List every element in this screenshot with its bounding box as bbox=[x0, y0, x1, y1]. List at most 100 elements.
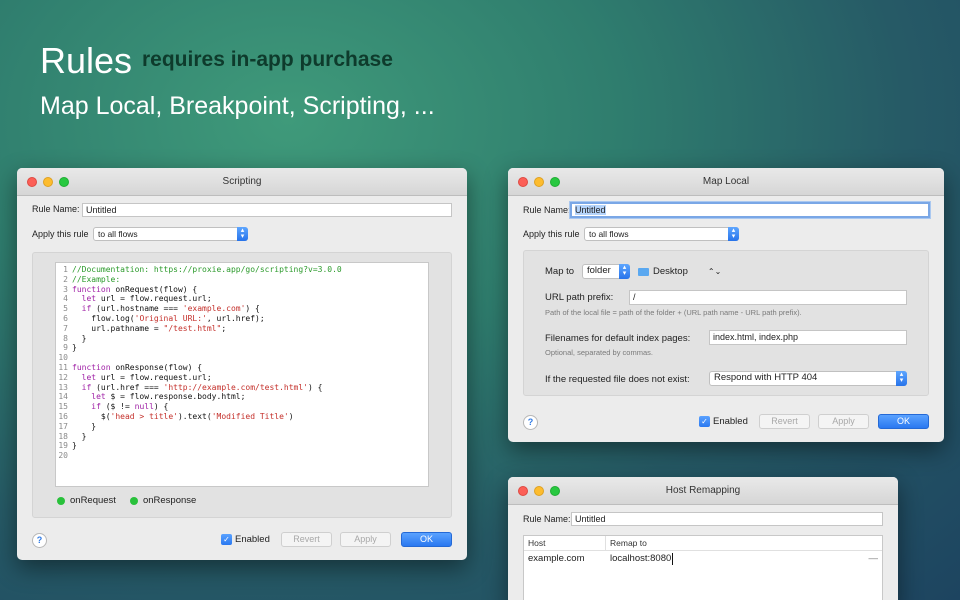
apply-rule-select[interactable]: to all flows ▴ ▾ bbox=[584, 227, 739, 241]
code-line[interactable]: 12 let url = flow.request.url; bbox=[56, 373, 428, 383]
rule-name-field[interactable]: Untitled bbox=[571, 512, 883, 526]
host-cell[interactable]: example.com bbox=[524, 551, 606, 567]
line-number: 8 bbox=[63, 333, 68, 343]
code-line[interactable]: 4 let url = flow.request.url; bbox=[56, 294, 428, 304]
rule-name-field[interactable]: Untitled bbox=[570, 202, 930, 218]
close-button[interactable] bbox=[518, 486, 528, 496]
line-number: 11 bbox=[58, 362, 68, 372]
window-title: Map Local bbox=[702, 176, 750, 187]
revert-button[interactable]: Revert bbox=[281, 532, 332, 547]
folder-picker[interactable]: Desktop ⌃⌄ bbox=[638, 266, 721, 277]
folder-name: Desktop bbox=[653, 266, 688, 277]
minimize-button[interactable] bbox=[43, 177, 53, 187]
column-header-remap-to[interactable]: Remap to bbox=[606, 536, 647, 550]
remap-cell[interactable]: localhost:8080 bbox=[606, 553, 674, 565]
code-text: $('head > title').text('Modified Title') bbox=[72, 411, 294, 421]
missing-file-value: Respond with HTTP 404 bbox=[714, 372, 818, 383]
line-number: 3 bbox=[63, 284, 68, 294]
enabled-checkbox[interactable]: ✓ Enabled bbox=[699, 416, 748, 427]
code-line[interactable]: 11 function onResponse(flow) { bbox=[56, 363, 428, 373]
apply-rule-value: to all flows bbox=[589, 229, 629, 239]
code-text: if (url.href === 'http://example.com/tes… bbox=[72, 382, 323, 392]
on-request-label: onRequest bbox=[70, 495, 116, 506]
index-pages-hint: Optional, separated by commas. bbox=[545, 348, 653, 357]
hero-subtitle: Map Local, Breakpoint, Scripting, ... bbox=[40, 92, 435, 120]
help-button[interactable]: ? bbox=[32, 533, 47, 548]
window-controls bbox=[518, 486, 560, 496]
ok-button[interactable]: OK bbox=[878, 414, 929, 429]
code-text: flow.log('Original URL:', url.href); bbox=[72, 313, 265, 323]
url-prefix-hint: Path of the local file = path of the fol… bbox=[545, 308, 802, 317]
code-line[interactable]: 19} bbox=[56, 441, 428, 451]
close-button[interactable] bbox=[518, 177, 528, 187]
map-to-value: folder bbox=[587, 265, 611, 276]
select-stepper-icon: ▴ ▾ bbox=[896, 371, 907, 386]
code-editor[interactable]: 1 //Documentation: https://proxie.app/go/… bbox=[55, 262, 429, 487]
code-line[interactable]: 16 $('head > title').text('Modified Titl… bbox=[56, 412, 428, 422]
index-pages-label: Filenames for default index pages: bbox=[545, 333, 691, 344]
code-line[interactable]: 14 let $ = flow.response.body.html; bbox=[56, 392, 428, 402]
line-number: 20 bbox=[58, 451, 68, 461]
remove-row-button[interactable]: — bbox=[869, 551, 879, 567]
code-text: let url = flow.request.url; bbox=[72, 294, 212, 304]
rule-name-value: Untitled bbox=[575, 205, 606, 215]
line-number: 12 bbox=[58, 372, 68, 382]
enabled-checkbox[interactable]: ✓ Enabled bbox=[221, 534, 270, 545]
code-line[interactable]: 6 flow.log('Original URL:', url.href); bbox=[56, 314, 428, 324]
chevron-updown-icon: ⌃⌄ bbox=[707, 267, 722, 276]
code-text: //Example: bbox=[72, 274, 121, 284]
index-pages-field[interactable]: index.html, index.php bbox=[709, 330, 907, 345]
code-text: } bbox=[72, 343, 77, 353]
code-line[interactable]: 15 if ($ != null) { bbox=[56, 402, 428, 412]
code-text: if (url.hostname === 'example.com') { bbox=[72, 304, 260, 314]
minimize-button[interactable] bbox=[534, 177, 544, 187]
line-number: 18 bbox=[58, 431, 68, 441]
rule-name-field[interactable]: Untitled bbox=[82, 203, 452, 217]
enabled-label: Enabled bbox=[713, 416, 748, 427]
close-button[interactable] bbox=[27, 177, 37, 187]
ok-button[interactable]: OK bbox=[401, 532, 452, 547]
host-remapping-window: Host Remapping Rule Name: Untitled Host … bbox=[508, 477, 898, 600]
apply-button[interactable]: Apply bbox=[818, 414, 869, 429]
code-text: function onRequest(flow) { bbox=[72, 284, 198, 294]
table-row[interactable]: example.com localhost:8080 — bbox=[524, 551, 882, 567]
checkmark-icon: ✓ bbox=[221, 534, 232, 545]
enabled-label: Enabled bbox=[235, 534, 270, 545]
code-line[interactable]: 7 url.pathname = "/test.html"; bbox=[56, 324, 428, 334]
code-line[interactable]: 17 } bbox=[56, 422, 428, 432]
code-line[interactable]: 9} bbox=[56, 343, 428, 353]
missing-file-select[interactable]: Respond with HTTP 404 ▴ ▾ bbox=[709, 371, 907, 386]
url-prefix-field[interactable]: / bbox=[629, 290, 907, 305]
on-response-status-icon bbox=[129, 496, 138, 505]
column-header-host[interactable]: Host bbox=[524, 536, 606, 550]
select-stepper-icon: ▴ ▾ bbox=[237, 227, 248, 241]
code-line[interactable]: 2 //Example: bbox=[56, 275, 428, 285]
code-line[interactable]: 10 bbox=[56, 353, 428, 363]
code-line[interactable]: 1 //Documentation: https://proxie.app/go/… bbox=[56, 265, 428, 275]
zoom-button[interactable] bbox=[59, 177, 69, 187]
code-line[interactable]: 20 bbox=[56, 451, 428, 461]
apply-rule-label: Apply this rule bbox=[32, 229, 89, 239]
missing-file-label: If the requested file does not exist: bbox=[545, 374, 690, 385]
code-line[interactable]: 13 if (url.href === 'http://example.com/… bbox=[56, 383, 428, 393]
zoom-button[interactable] bbox=[550, 177, 560, 187]
apply-button[interactable]: Apply bbox=[340, 532, 391, 547]
apply-rule-select[interactable]: to all flows ▴ ▾ bbox=[93, 227, 248, 241]
rule-name-label: Rule Name: bbox=[523, 205, 571, 215]
window-title: Host Remapping bbox=[665, 485, 741, 496]
code-line[interactable]: 3 function onRequest(flow) { bbox=[56, 285, 428, 295]
zoom-button[interactable] bbox=[550, 486, 560, 496]
line-number: 4 bbox=[63, 294, 68, 304]
code-line[interactable]: 8 } bbox=[56, 334, 428, 344]
code-text: //Documentation: https://proxie.app/go/s… bbox=[72, 265, 342, 274]
code-text: } bbox=[72, 441, 77, 451]
code-line[interactable]: 18 } bbox=[56, 432, 428, 442]
revert-button[interactable]: Revert bbox=[759, 414, 810, 429]
rule-name-label: Rule Name: bbox=[32, 204, 80, 214]
line-number: 17 bbox=[58, 421, 68, 431]
help-button[interactable]: ? bbox=[523, 415, 538, 430]
code-text: let $ = flow.response.body.html; bbox=[72, 392, 246, 402]
minimize-button[interactable] bbox=[534, 486, 544, 496]
map-to-select[interactable]: folder ▴ ▾ bbox=[582, 264, 630, 279]
code-line[interactable]: 5 if (url.hostname === 'example.com') { bbox=[56, 304, 428, 314]
